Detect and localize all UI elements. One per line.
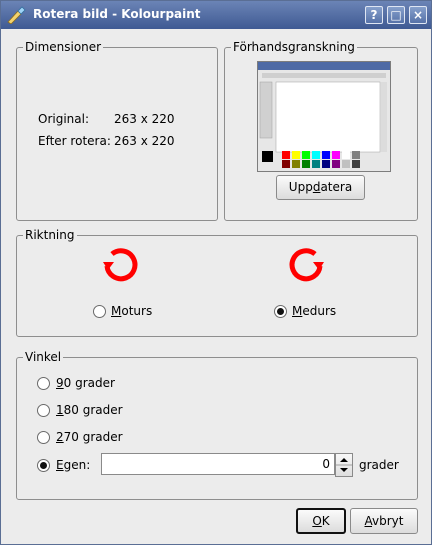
- custom-angle-input[interactable]: 0: [101, 453, 335, 475]
- counterclockwise-radio[interactable]: [93, 305, 106, 318]
- angle-90-radio[interactable]: [37, 377, 50, 390]
- clockwise-text: edurs: [302, 304, 337, 318]
- counterclockwise-label[interactable]: Moturs: [111, 304, 152, 318]
- angle-title: Vinkel: [23, 350, 64, 364]
- ok-button-mnemonic: O: [312, 514, 322, 528]
- rotate-dialog: Rotera bild - Kolourpaint ? □ × Dimensio…: [0, 0, 432, 545]
- update-button-label-start: Upp: [288, 180, 313, 194]
- after-rotate-value: 263 x 220: [114, 134, 175, 148]
- angle-270-text: 70 grader: [63, 430, 123, 444]
- angle-90-label[interactable]: 90 grader: [56, 376, 115, 390]
- ok-button[interactable]: OK: [296, 508, 346, 534]
- original-label: Original:: [38, 112, 89, 126]
- close-button[interactable]: ×: [409, 6, 427, 24]
- direction-title: Riktning: [23, 228, 77, 242]
- angle-270-mnemonic: 2: [56, 430, 64, 444]
- custom-angle-radio[interactable]: [37, 459, 50, 472]
- kolourpaint-brush-icon: [7, 6, 26, 24]
- stepper-arrows-icon: [336, 458, 352, 472]
- angle-180-mnemonic: 1: [56, 403, 64, 417]
- cancel-button[interactable]: Avbryt: [350, 508, 418, 534]
- direction-group: Riktning: [16, 228, 418, 337]
- custom-angle-value: 0: [322, 457, 330, 471]
- ok-button-text: K: [321, 514, 330, 528]
- preview-title: Förhandsgranskning: [231, 40, 357, 54]
- angle-270-radio[interactable]: [37, 431, 50, 444]
- angle-180-radio[interactable]: [37, 404, 50, 417]
- update-button-label-end: atera: [320, 180, 353, 194]
- angle-180-text: 80 grader: [63, 403, 123, 417]
- after-rotate-label: Efter rotera:: [38, 134, 111, 148]
- window-title: Rotera bild - Kolourpaint: [33, 7, 201, 21]
- cancel-button-text: vbryt: [372, 514, 404, 528]
- maximize-button[interactable]: □: [387, 6, 405, 24]
- angle-180-label[interactable]: 180 grader: [56, 403, 123, 417]
- clockwise-radio[interactable]: [274, 305, 287, 318]
- counterclockwise-text: oturs: [121, 304, 153, 318]
- original-value: 263 x 220: [114, 112, 175, 126]
- preview-image: [258, 62, 390, 171]
- update-preview-button[interactable]: Uppdatera: [276, 175, 365, 200]
- angle-90-text: 0 grader: [63, 376, 115, 390]
- help-button[interactable]: ?: [365, 6, 383, 24]
- angle-270-label[interactable]: 270 grader: [56, 430, 123, 444]
- title-bar: Rotera bild - Kolourpaint ? □ ×: [1, 1, 431, 29]
- custom-angle-mnemonic: E: [56, 458, 64, 472]
- custom-angle-unit: grader: [359, 458, 399, 472]
- clockwise-label[interactable]: Medurs: [292, 304, 336, 318]
- angle-90-mnemonic: 9: [56, 376, 64, 390]
- rotate-counterclockwise-icon: [103, 248, 138, 282]
- custom-angle-text: gen:: [63, 458, 91, 472]
- clockwise-mnemonic: M: [292, 304, 303, 318]
- cancel-button-mnemonic: A: [364, 514, 373, 528]
- rotate-clockwise-icon: [289, 248, 324, 282]
- custom-angle-label[interactable]: Egen:: [56, 458, 90, 472]
- counterclockwise-mnemonic: M: [111, 304, 122, 318]
- dimensions-title: Dimensioner: [23, 40, 104, 54]
- preview-thumbnail: [257, 61, 391, 172]
- custom-angle-stepper[interactable]: [335, 453, 353, 477]
